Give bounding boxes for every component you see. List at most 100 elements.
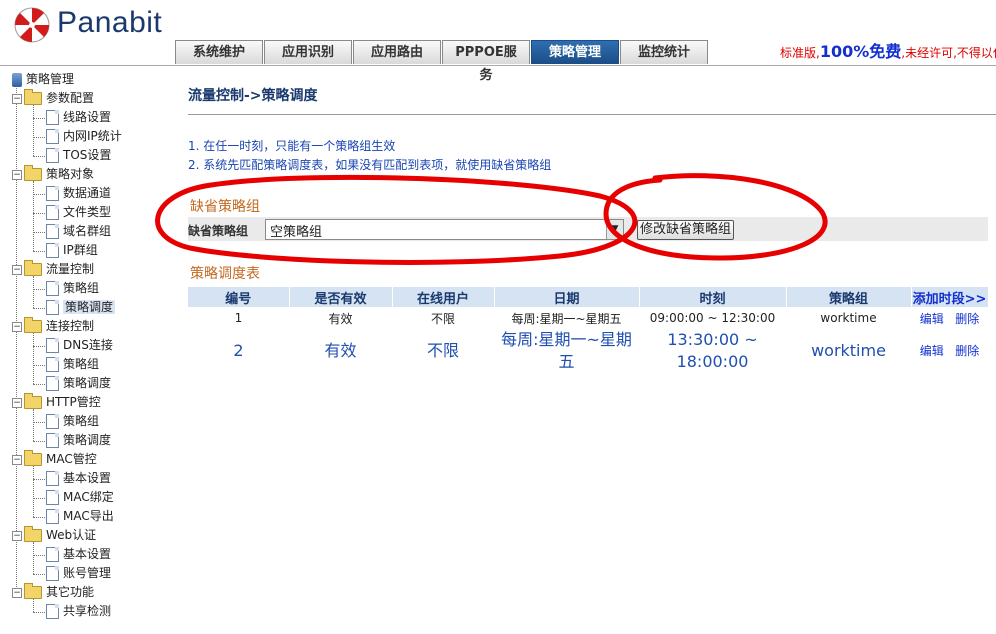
sidebar-group[interactable]: − 连接控制 <box>12 317 94 336</box>
sidebar-item-label: 内网IP统计 <box>63 129 122 143</box>
sidebar-item[interactable]: 策略组 <box>46 279 99 298</box>
edit-link[interactable]: 编辑 <box>920 312 944 326</box>
sidebar-item-label: 账号管理 <box>63 566 112 580</box>
tree-connector <box>33 517 45 518</box>
tab-monitor[interactable]: 监控统计 <box>620 40 708 64</box>
header-divider <box>0 65 996 66</box>
sidebar-item[interactable]: IP群组 <box>46 241 98 260</box>
tab-policy[interactable]: 策略管理 <box>531 40 619 64</box>
collapse-toggle-icon[interactable]: − <box>12 587 22 598</box>
sidebar-item-label: 策略调度 <box>63 376 112 390</box>
sidebar-item-label: 策略组 <box>63 357 100 371</box>
sidebar-item[interactable]: 基本设置 <box>46 469 111 488</box>
tab-app-identify[interactable]: 应用识别 <box>264 40 352 64</box>
sidebar-item[interactable]: 策略组 <box>46 355 99 374</box>
delete-link[interactable]: 删除 <box>955 344 979 358</box>
add-timeslot-link[interactable]: 添加时段>> <box>911 287 989 307</box>
modify-default-button[interactable]: 修改缺省策略组 <box>637 220 735 240</box>
collapse-toggle-icon[interactable]: − <box>12 397 22 408</box>
sidebar-item[interactable]: 策略调度 <box>46 298 116 317</box>
policy-root-icon <box>12 72 22 87</box>
sidebar-item-label: 线路设置 <box>63 110 112 124</box>
folder-icon <box>24 583 42 599</box>
folder-icon <box>24 393 42 409</box>
sidebar-item-label: TOS设置 <box>63 148 112 162</box>
edit-link[interactable]: 编辑 <box>920 344 944 358</box>
tree-connector <box>33 612 45 613</box>
sidebar-item[interactable]: 内网IP统计 <box>46 127 122 146</box>
sidebar-group[interactable]: − 其它功能 <box>12 583 94 602</box>
default-policy-label: 缺省策略组 <box>188 224 249 238</box>
tree-connector <box>33 232 45 233</box>
collapse-toggle-icon[interactable]: − <box>12 93 22 104</box>
tree-connector <box>33 333 34 384</box>
folder-icon <box>24 450 42 466</box>
default-policy-select[interactable]: 空策略组 ▼ <box>265 219 624 240</box>
page-icon <box>46 357 59 372</box>
page-icon <box>46 186 59 201</box>
table-row: 2 有效 不限 每周:星期一~星期五 13:30:00 ~ 18:00:00 w… <box>188 329 988 373</box>
row-group: worktime <box>811 341 886 360</box>
row-actions: 编辑 删除 <box>911 329 988 373</box>
tree-connector <box>33 479 45 480</box>
sidebar-item[interactable]: 策略调度 <box>46 374 111 393</box>
sidebar-item-label: 策略组 <box>63 281 100 295</box>
row-users: 不限 <box>430 311 455 326</box>
sidebar-item[interactable]: 策略调度 <box>46 431 111 450</box>
sidebar-item[interactable]: 账号管理 <box>46 564 111 583</box>
sidebar-item[interactable]: 共享检测 <box>46 602 111 621</box>
sidebar-item[interactable]: 数据通道 <box>46 184 111 203</box>
sidebar-item[interactable]: 策略组 <box>46 412 99 431</box>
sidebar-item[interactable]: 域名群组 <box>46 222 111 241</box>
schedule-section-title: 策略调度表 <box>190 266 260 282</box>
collapse-toggle-icon[interactable]: − <box>12 169 22 180</box>
sidebar-item[interactable]: 文件类型 <box>46 203 111 222</box>
row-actions: 编辑 删除 <box>911 307 988 329</box>
row-id: 1 <box>234 311 243 325</box>
collapse-toggle-icon[interactable]: − <box>12 264 22 275</box>
col-valid: 是否有效 <box>289 287 393 307</box>
tree-connector <box>33 118 45 119</box>
sidebar-item[interactable]: DNS连接 <box>46 336 113 355</box>
collapse-toggle-icon[interactable]: − <box>12 321 22 332</box>
umbrella-logo-icon <box>14 7 50 43</box>
page-icon <box>46 471 59 486</box>
page-icon <box>46 243 59 258</box>
notice-prefix: 标准版, <box>780 46 820 60</box>
collapse-toggle-icon[interactable]: − <box>12 454 22 465</box>
tab-app-routing[interactable]: 应用路由 <box>353 40 441 64</box>
folder-icon <box>24 89 42 105</box>
tree-root[interactable]: 策略管理 <box>12 70 74 89</box>
sidebar-group[interactable]: − 流量控制 <box>12 260 94 279</box>
sidebar-item-label: 基本设置 <box>63 471 112 485</box>
sidebar-group[interactable]: − 参数配置 <box>12 89 94 108</box>
page-icon <box>46 110 59 125</box>
sidebar-item[interactable]: 基本设置 <box>46 545 111 564</box>
page-icon <box>46 547 59 562</box>
folder-icon <box>24 165 42 181</box>
sidebar-group[interactable]: − Web认证 <box>12 526 96 545</box>
page-icon <box>46 376 59 391</box>
sidebar-item[interactable]: MAC绑定 <box>46 488 114 507</box>
page-icon <box>46 509 59 524</box>
page-title: 流量控制->策略调度 <box>188 88 318 104</box>
delete-link[interactable]: 删除 <box>955 312 979 326</box>
sidebar-item[interactable]: TOS设置 <box>46 146 111 165</box>
collapse-toggle-icon[interactable]: − <box>12 530 22 541</box>
chevron-down-icon[interactable]: ▼ <box>606 220 623 239</box>
tree-connector <box>33 289 45 290</box>
col-id: 编号 <box>188 287 290 307</box>
tab-pppoe[interactable]: PPPOE服务 <box>442 40 530 83</box>
tab-system[interactable]: 系统维护 <box>175 40 263 64</box>
sidebar-item[interactable]: 线路设置 <box>46 108 111 127</box>
sidebar-item[interactable]: MAC导出 <box>46 507 114 526</box>
note-2: 2. 系统先匹配策略调度表，如果没有匹配到表项，就使用缺省策略组 <box>188 158 552 172</box>
sidebar-group[interactable]: − MAC管控 <box>12 450 97 469</box>
page-icon <box>46 300 59 315</box>
sidebar-group[interactable]: − 策略对象 <box>12 165 94 184</box>
sidebar-group[interactable]: − HTTP管控 <box>12 393 101 412</box>
sidebar-item-label: 策略调度 <box>63 300 116 314</box>
col-time: 时刻 <box>639 287 787 307</box>
sidebar-group-label: 流量控制 <box>46 262 95 276</box>
page-icon <box>46 129 59 144</box>
